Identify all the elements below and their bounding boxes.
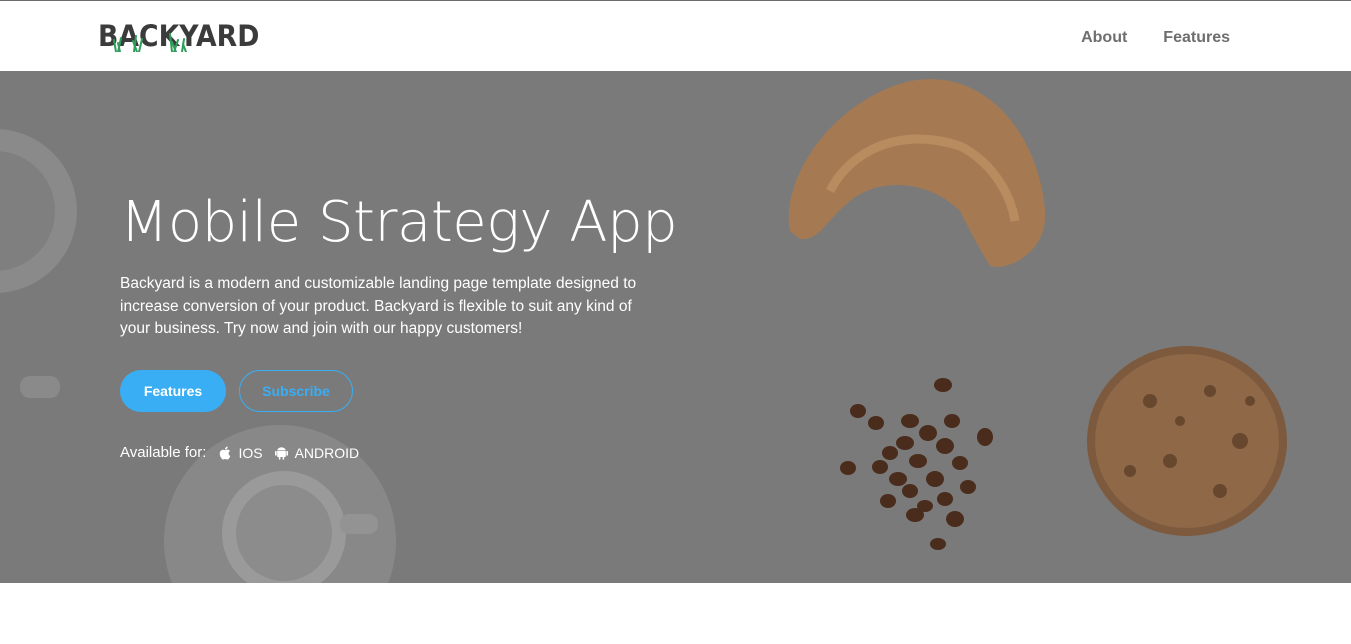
hero-title: Mobile Strategy App xyxy=(120,190,678,255)
available-label: Available for: xyxy=(120,444,207,461)
features-button[interactable]: Features xyxy=(120,370,226,412)
top-navbar: BACKYARD About Features xyxy=(0,0,1351,71)
logo-text: BACKYARD xyxy=(98,19,260,53)
platform-ios[interactable]: IOS xyxy=(218,444,263,461)
available-platforms: Available for: IOS ANDROID xyxy=(120,444,371,461)
nav-link-about[interactable]: About xyxy=(1081,27,1127,49)
platform-android[interactable]: ANDROID xyxy=(274,444,360,461)
platform-ios-label: IOS xyxy=(238,444,263,461)
platform-android-label: ANDROID xyxy=(294,444,360,461)
nav-link-features[interactable]: Features xyxy=(1163,27,1230,49)
main-nav: About Features xyxy=(1045,27,1230,49)
site-logo[interactable]: BACKYARD xyxy=(98,18,273,54)
android-icon xyxy=(274,446,288,460)
hero-description: Backyard is a modern and customizable la… xyxy=(120,275,637,337)
apple-icon xyxy=(220,446,231,460)
subscribe-button[interactable]: Subscribe xyxy=(239,370,353,412)
hero-section: Mobile Strategy App Backyard is a modern… xyxy=(0,71,1351,583)
